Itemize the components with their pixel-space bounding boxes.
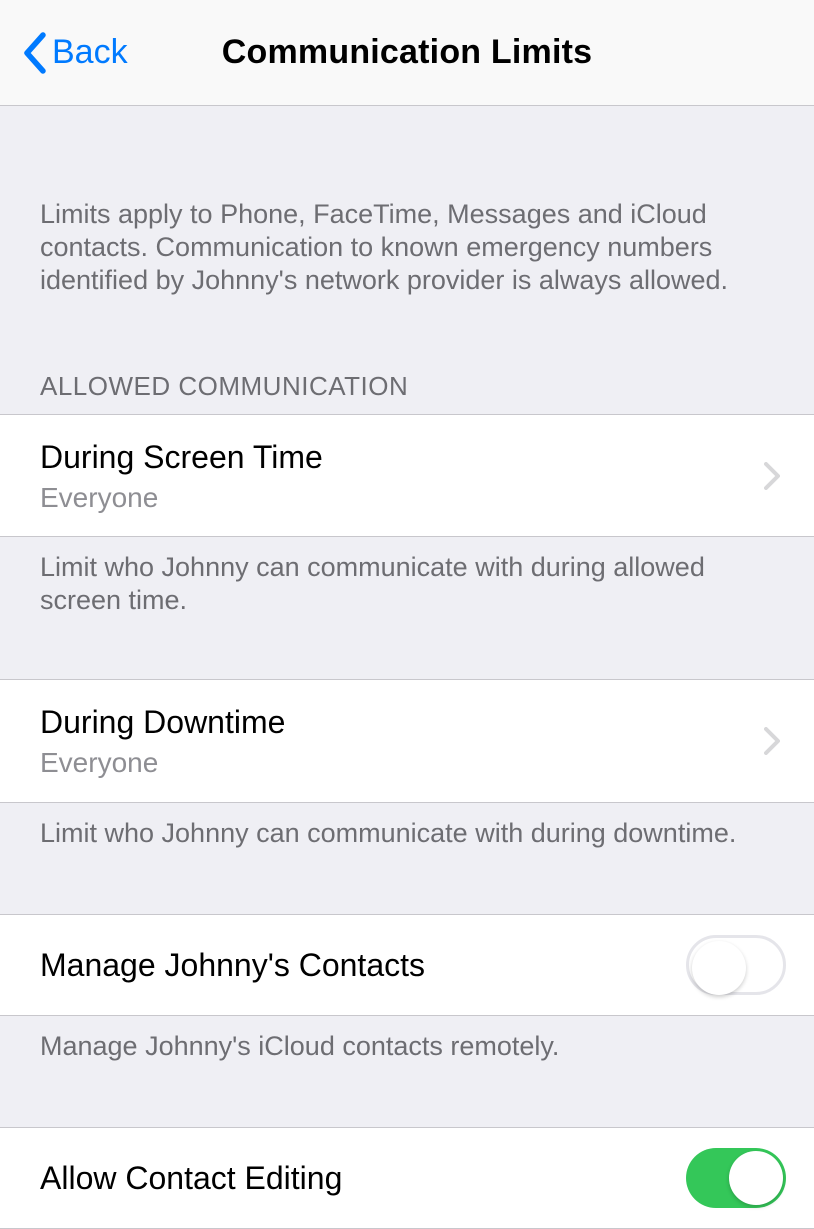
row-value: Everyone xyxy=(40,481,323,515)
footer-manage-contacts: Manage Johnny's iCloud contacts remotely… xyxy=(0,1016,814,1063)
back-label: Back xyxy=(52,33,128,72)
page-title: Communication Limits xyxy=(222,33,592,72)
content: Limits apply to Phone, FaceTime, Message… xyxy=(0,106,814,1229)
row-value: Everyone xyxy=(40,746,285,780)
row-title: Manage Johnny's Contacts xyxy=(40,945,425,985)
row-title: Allow Contact Editing xyxy=(40,1158,342,1198)
chevron-right-icon xyxy=(764,727,780,755)
footer-downtime: Limit who Johnny can communicate with du… xyxy=(0,803,814,850)
section-header-allowed-communication: ALLOWED COMMUNICATION xyxy=(0,297,814,414)
chevron-left-icon xyxy=(22,32,46,74)
toggle-manage-contacts[interactable] xyxy=(686,935,786,995)
row-manage-contacts[interactable]: Manage Johnny's Contacts xyxy=(0,914,814,1016)
navigation-bar: Back Communication Limits xyxy=(0,0,814,106)
toggle-allow-contact-editing[interactable] xyxy=(686,1148,786,1208)
row-during-downtime[interactable]: During Downtime Everyone xyxy=(0,679,814,803)
back-button[interactable]: Back xyxy=(22,32,128,74)
description-text: Limits apply to Phone, FaceTime, Message… xyxy=(0,106,814,297)
chevron-right-icon xyxy=(764,462,780,490)
row-title: During Downtime xyxy=(40,702,285,742)
row-during-screen-time[interactable]: During Screen Time Everyone xyxy=(0,414,814,538)
footer-screen-time: Limit who Johnny can communicate with du… xyxy=(0,537,814,617)
row-title: During Screen Time xyxy=(40,437,323,477)
row-allow-contact-editing[interactable]: Allow Contact Editing xyxy=(0,1127,814,1229)
